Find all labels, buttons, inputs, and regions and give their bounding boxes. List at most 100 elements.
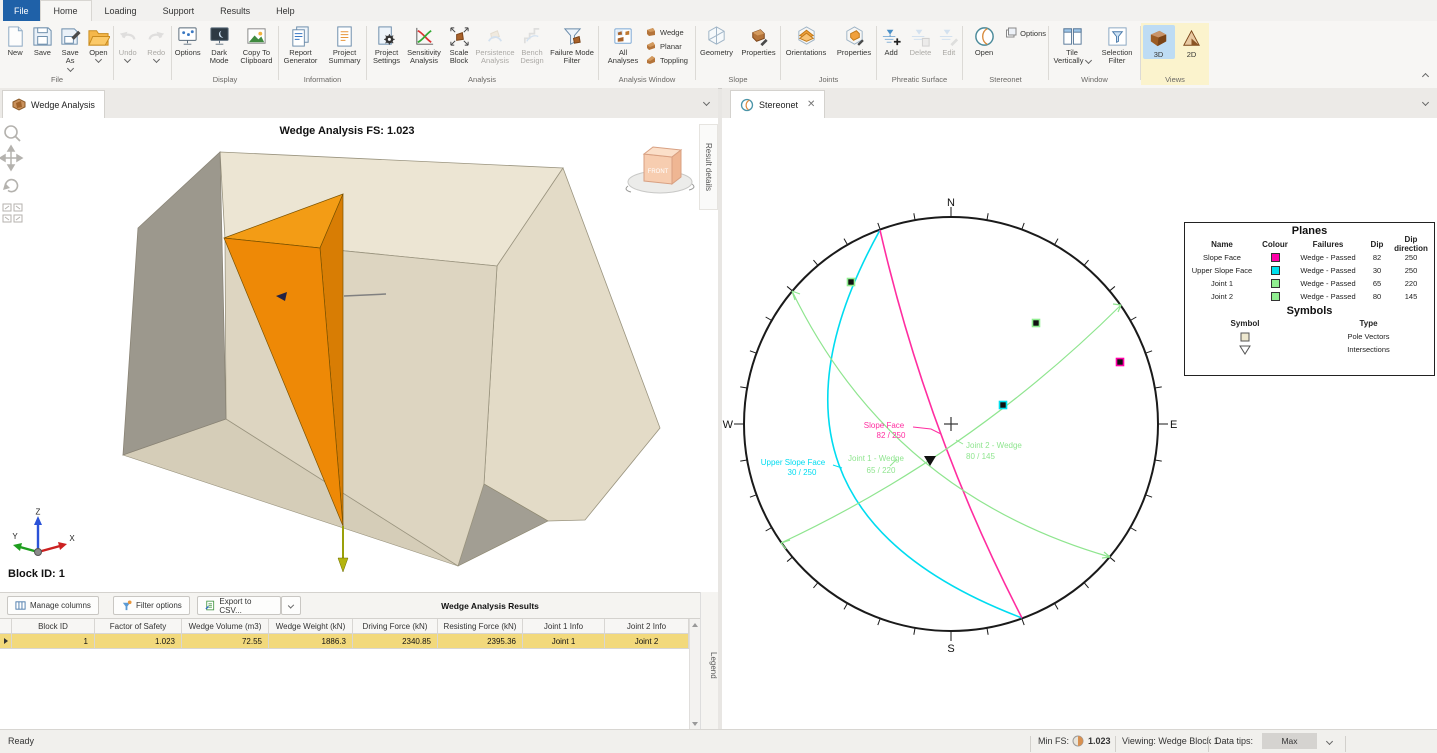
scale-block-button[interactable]: Scale Block bbox=[444, 23, 474, 66]
pan-tool-icon[interactable] bbox=[0, 146, 22, 170]
redo-icon bbox=[145, 25, 168, 48]
save-as-icon bbox=[59, 25, 82, 48]
results-title: Wedge Analysis Results bbox=[400, 601, 580, 611]
col-joint2-info[interactable]: Joint 2 Info bbox=[605, 619, 689, 634]
scroll-down-icon[interactable] bbox=[692, 722, 698, 726]
undo-button[interactable]: Undo bbox=[114, 23, 142, 62]
scroll-up-icon[interactable] bbox=[692, 623, 698, 627]
filter-options-icon bbox=[121, 600, 132, 611]
wedge-tab-icon bbox=[12, 98, 26, 111]
view-toolbar[interactable] bbox=[0, 120, 24, 230]
joint2-label: Joint 2 - Wedge bbox=[966, 441, 1022, 450]
phreatic-delete-icon bbox=[909, 25, 932, 48]
joint-properties-button[interactable]: Properties bbox=[832, 23, 876, 57]
slope-properties-icon bbox=[747, 25, 770, 48]
phreatic-delete-button[interactable]: Delete bbox=[906, 23, 934, 57]
tab-stereonet[interactable]: Stereonet ✕ bbox=[730, 90, 825, 118]
report-generator-button[interactable]: Report Generator bbox=[279, 23, 322, 66]
stereonet-open-button[interactable]: Open bbox=[967, 23, 1001, 57]
zoom-tool-icon[interactable] bbox=[5, 126, 20, 141]
new-button[interactable]: New bbox=[2, 23, 28, 57]
joint2-swatch bbox=[1271, 292, 1280, 301]
stereonet-options-icon bbox=[1005, 27, 1017, 39]
slope-properties-button[interactable]: Properties bbox=[738, 23, 780, 57]
grid-scrollbar[interactable] bbox=[689, 619, 700, 730]
bench-design-button[interactable]: Bench Design bbox=[516, 23, 548, 66]
project-settings-button[interactable]: Project Settings bbox=[369, 23, 404, 66]
copy-to-clipboard-button[interactable]: Copy To Clipboard bbox=[235, 23, 278, 66]
block-left-face bbox=[123, 152, 226, 455]
stereonet-options-button[interactable]: Options bbox=[1005, 27, 1046, 39]
menu-tab-support[interactable]: Support bbox=[150, 0, 208, 21]
wedge-analysis-pane: Wedge Analysis Wedge Analysis FS: 1.023 bbox=[0, 88, 718, 730]
open-dropdown-icon[interactable] bbox=[95, 56, 102, 63]
failure-mode-filter-button[interactable]: Failure Mode Filter bbox=[549, 23, 595, 66]
results-data-row[interactable]: 1 1.023 72.55 1886.3 2340.85 2395.36 Joi… bbox=[0, 634, 700, 649]
rotate-tool-icon[interactable] bbox=[3, 180, 17, 192]
export-csv-button[interactable]: Export to CSV... bbox=[197, 596, 281, 615]
data-tips-select[interactable]: Max bbox=[1262, 733, 1317, 749]
wedge-viewport[interactable]: Wedge Analysis FS: 1.023 bbox=[0, 118, 718, 592]
all-analyses-button[interactable]: All Analyses bbox=[604, 23, 642, 66]
project-summary-button[interactable]: Project Summary bbox=[323, 23, 366, 66]
close-icon[interactable]: ✕ bbox=[807, 99, 815, 110]
menu-tab-home[interactable]: Home bbox=[40, 0, 92, 21]
col-driving-force[interactable]: Driving Force (kN) bbox=[353, 619, 438, 634]
export-csv-dropdown[interactable] bbox=[281, 596, 301, 615]
menu-tab-loading[interactable]: Loading bbox=[92, 0, 150, 21]
nav-cube-label: FRONT bbox=[648, 169, 669, 175]
min-fs-label: Min FS: bbox=[1038, 736, 1069, 746]
svg-text:80 / 145: 80 / 145 bbox=[966, 452, 995, 461]
col-wedge-volume[interactable]: Wedge Volume (m3) bbox=[182, 619, 269, 634]
bench-design-icon bbox=[521, 25, 544, 48]
planar-window-toggle[interactable]: Planar bbox=[643, 39, 690, 53]
data-tips-dropdown-icon[interactable] bbox=[1326, 738, 1333, 745]
menu-tab-help[interactable]: Help bbox=[263, 0, 308, 21]
col-joint1-info[interactable]: Joint 1 Info bbox=[523, 619, 605, 634]
phreatic-edit-button[interactable]: Edit bbox=[936, 23, 962, 57]
save-as-dropdown-icon[interactable] bbox=[67, 65, 74, 72]
persistence-analysis-button[interactable]: Persistence Analysis bbox=[475, 23, 515, 66]
result-details-tab[interactable]: Result details bbox=[699, 124, 718, 210]
save-button[interactable]: Save bbox=[29, 23, 55, 57]
right-tab-list-chevron[interactable] bbox=[1422, 99, 1429, 106]
col-factor-of-safety[interactable]: Factor of Safety bbox=[95, 619, 182, 634]
selection-filter-button[interactable]: Selection Filter bbox=[1095, 23, 1139, 66]
toppling-window-toggle[interactable]: Toppling bbox=[643, 53, 690, 67]
col-block-id[interactable]: Block ID bbox=[12, 619, 95, 634]
tile-dropdown-icon[interactable] bbox=[1085, 57, 1092, 64]
tile-vertically-button[interactable]: Tile Vertically bbox=[1050, 23, 1094, 66]
joint-orientations-button[interactable]: Orientations bbox=[781, 23, 831, 57]
filter-options-button[interactable]: Filter options bbox=[113, 596, 190, 615]
tab-wedge-analysis[interactable]: Wedge Analysis bbox=[2, 90, 105, 118]
view-2d-button[interactable]: 2D bbox=[1176, 25, 1208, 59]
sensitivity-analysis-button[interactable]: Sensitivity Analysis bbox=[405, 23, 443, 66]
menu-tab-file[interactable]: File bbox=[3, 0, 40, 21]
legend-row-upper-slope-face: Upper Slope Face Wedge - Passed 30 250 bbox=[1185, 264, 1434, 277]
redo-button[interactable]: Redo bbox=[143, 23, 171, 62]
manage-columns-button[interactable]: Manage columns bbox=[7, 596, 99, 615]
save-as-button[interactable]: Save As bbox=[57, 23, 84, 71]
legend-side-tab[interactable]: Legend bbox=[700, 592, 718, 730]
view-3d-button[interactable]: 3D bbox=[1143, 25, 1175, 59]
navigation-cube[interactable]: FRONT bbox=[620, 140, 700, 200]
menu-tab-results[interactable]: Results bbox=[207, 0, 263, 21]
wedge-window-toggle[interactable]: Wedge bbox=[643, 25, 690, 39]
phreatic-add-button[interactable]: Add bbox=[877, 23, 905, 57]
zoom-extents-icons[interactable] bbox=[3, 204, 22, 222]
dark-mode-button[interactable]: Dark Mode bbox=[204, 23, 233, 66]
planar-mini-icon bbox=[645, 40, 657, 52]
new-document-icon bbox=[4, 25, 27, 48]
slope-geometry-button[interactable]: Geometry bbox=[697, 23, 737, 57]
col-wedge-weight[interactable]: Wedge Weight (kN) bbox=[269, 619, 353, 634]
svg-text:82 / 250: 82 / 250 bbox=[877, 431, 906, 440]
display-options-button[interactable]: Options bbox=[172, 23, 203, 57]
legend-row-joint2: Joint 2 Wedge - Passed 80 145 bbox=[1185, 290, 1434, 303]
left-tab-list-chevron[interactable] bbox=[703, 99, 710, 106]
stereonet-viewport[interactable]: N E S W Slope Face 82 / 250 Upper Slope … bbox=[722, 118, 1437, 730]
ribbon-group-slope: Geometry Properties Slope bbox=[696, 23, 780, 85]
open-button[interactable]: Open bbox=[85, 23, 112, 62]
collapse-ribbon-icon[interactable] bbox=[1422, 73, 1429, 80]
ribbon-group-display: Options Dark Mode Copy To Clipboard Disp… bbox=[172, 23, 278, 85]
col-resisting-force[interactable]: Resisting Force (kN) bbox=[438, 619, 523, 634]
